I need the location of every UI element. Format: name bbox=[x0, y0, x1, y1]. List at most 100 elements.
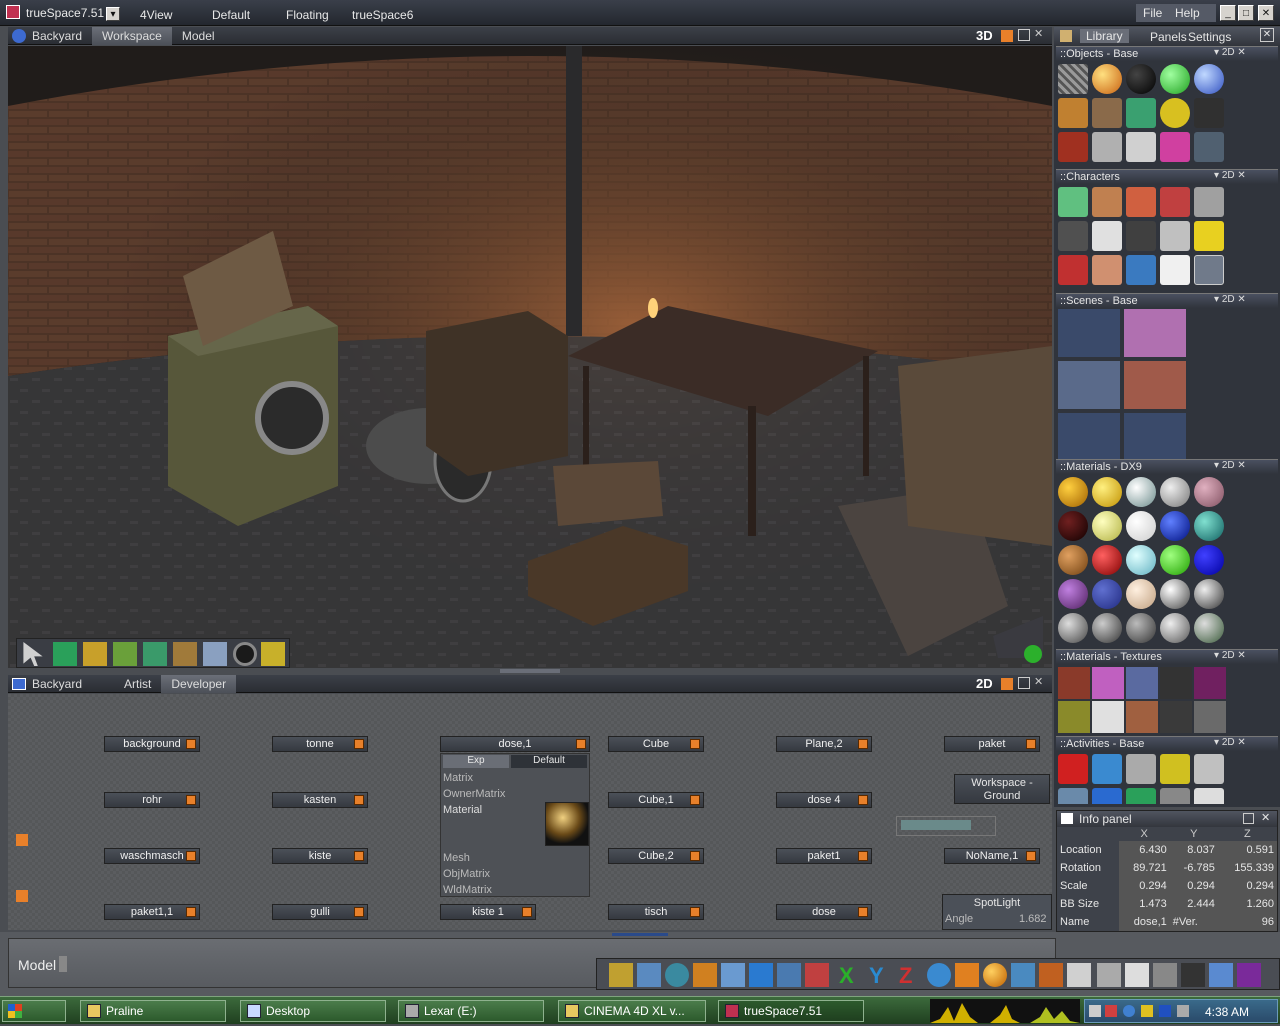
deep-blue-material-icon[interactable] bbox=[1194, 545, 1224, 575]
brick-texture-icon[interactable] bbox=[1058, 667, 1090, 699]
layers-tool-icon[interactable] bbox=[83, 642, 107, 666]
location-x[interactable]: 6.430 bbox=[1118, 841, 1170, 859]
light-tool-icon[interactable] bbox=[261, 642, 285, 666]
horse-character-icon[interactable] bbox=[1126, 221, 1156, 251]
weave-texture-icon[interactable] bbox=[1160, 701, 1192, 733]
tab-model[interactable]: Model bbox=[172, 27, 225, 45]
materials-controls[interactable]: ▾ 2D ✕ bbox=[1214, 460, 1276, 471]
node-background[interactable]: background bbox=[104, 736, 200, 752]
head-scene-icon[interactable] bbox=[1058, 309, 1120, 357]
box-tool-icon[interactable] bbox=[693, 963, 717, 987]
fish-object-icon[interactable] bbox=[1126, 98, 1156, 128]
scale-y[interactable]: 0.294 bbox=[1169, 877, 1218, 895]
wand-activity-icon[interactable] bbox=[1194, 754, 1224, 784]
node-spotlight[interactable]: SpotLight Angle 1.682 bbox=[942, 894, 1052, 930]
node-plane-2[interactable]: Plane,2 bbox=[776, 736, 872, 752]
cream-material-icon[interactable] bbox=[1092, 511, 1122, 541]
dog-character-icon[interactable] bbox=[1160, 221, 1190, 251]
material-preview[interactable] bbox=[545, 802, 589, 846]
cube-tool-icon[interactable] bbox=[53, 642, 77, 666]
scale-tool-icon[interactable] bbox=[955, 963, 979, 987]
port[interactable] bbox=[522, 907, 532, 917]
port[interactable] bbox=[354, 907, 364, 917]
minimize-button[interactable]: _ bbox=[1220, 5, 1236, 21]
palette-icon[interactable] bbox=[1067, 963, 1091, 987]
splitter-handle-2[interactable] bbox=[612, 933, 668, 936]
node-paket1[interactable]: paket1 bbox=[776, 848, 872, 864]
trooper-character-icon[interactable] bbox=[1160, 255, 1190, 285]
ring-object-icon[interactable] bbox=[1160, 98, 1190, 128]
banana-character-icon[interactable] bbox=[1194, 221, 1224, 251]
z-axis-icon[interactable]: Z bbox=[899, 963, 912, 989]
tab-settings[interactable]: Settings bbox=[1188, 30, 1231, 44]
port[interactable] bbox=[186, 795, 196, 805]
node-waschmasch[interactable]: waschmasch bbox=[104, 848, 200, 864]
portrait-scene-icon[interactable] bbox=[1058, 361, 1120, 409]
sphere-primitive-icon[interactable] bbox=[983, 963, 1007, 987]
file-menu[interactable]: File bbox=[1143, 6, 1162, 20]
metal2-material-icon[interactable] bbox=[1092, 613, 1122, 643]
bbsize-x[interactable]: 1.473 bbox=[1118, 895, 1170, 913]
node-tisch[interactable]: tisch bbox=[608, 904, 704, 920]
port-ownermatrix[interactable]: OwnerMatrix bbox=[443, 788, 505, 800]
book-tool-icon[interactable] bbox=[721, 963, 745, 987]
stub-port[interactable] bbox=[16, 890, 28, 902]
bbsize-z[interactable]: 1.260 bbox=[1217, 895, 1277, 913]
port[interactable] bbox=[690, 795, 700, 805]
maximize-nodes-icon[interactable] bbox=[1018, 677, 1030, 689]
node-rohr[interactable]: rohr bbox=[104, 792, 200, 808]
splitter-handle[interactable] bbox=[500, 669, 560, 673]
render-icon[interactable] bbox=[1039, 963, 1063, 987]
chevron-down-icon[interactable]: ▾ bbox=[106, 7, 120, 21]
cube-primitive-icon[interactable] bbox=[749, 963, 773, 987]
yellow-material-icon[interactable] bbox=[1092, 477, 1122, 507]
maximize-view-icon[interactable] bbox=[1018, 29, 1030, 41]
face-character-icon[interactable] bbox=[1194, 255, 1224, 285]
name-value[interactable]: dose,1 bbox=[1118, 913, 1170, 931]
network-activity-icon[interactable] bbox=[1092, 754, 1122, 784]
port[interactable] bbox=[1026, 739, 1036, 749]
port-material[interactable]: Material bbox=[443, 804, 482, 816]
port[interactable] bbox=[858, 851, 868, 861]
woman-character-icon[interactable] bbox=[1160, 187, 1190, 217]
black-sphere-icon[interactable] bbox=[1126, 64, 1156, 94]
armor-character-icon[interactable] bbox=[1058, 221, 1088, 251]
node-cube[interactable]: Cube bbox=[608, 736, 704, 752]
angle-value[interactable]: 1.682 bbox=[1019, 913, 1047, 925]
blue-texture-icon[interactable] bbox=[1126, 667, 1158, 699]
list-icon[interactable] bbox=[1153, 963, 1177, 987]
node-kiste-1[interactable]: kiste 1 bbox=[440, 904, 536, 920]
ver-value[interactable]: 96 bbox=[1217, 913, 1277, 931]
grid-object-icon[interactable] bbox=[1058, 64, 1088, 94]
steel-material-icon[interactable] bbox=[1160, 579, 1190, 609]
close-button[interactable]: ✕ bbox=[1258, 5, 1274, 21]
node-workspace-ground[interactable]: Workspace - Ground bbox=[954, 774, 1050, 804]
orient-icon[interactable] bbox=[1001, 30, 1013, 42]
node-paket1-1[interactable]: paket1,1 bbox=[104, 904, 200, 920]
node-kasten[interactable]: kasten bbox=[272, 792, 368, 808]
rake-tool-icon[interactable] bbox=[173, 642, 197, 666]
stub-port[interactable] bbox=[16, 834, 28, 846]
copper-material-icon[interactable] bbox=[1058, 545, 1088, 575]
people-icon[interactable] bbox=[1209, 963, 1233, 987]
figure-character-icon[interactable] bbox=[1126, 187, 1156, 217]
ice-material-icon[interactable] bbox=[1126, 545, 1156, 575]
swirl-texture-icon[interactable] bbox=[1058, 701, 1090, 733]
rotate-tool-icon[interactable] bbox=[665, 963, 689, 987]
task-lexar[interactable]: Lexar (E:) bbox=[398, 1000, 544, 1022]
plane-object-icon[interactable] bbox=[1126, 132, 1156, 162]
node-cube-1[interactable]: Cube,1 bbox=[608, 792, 704, 808]
robot-character-icon[interactable] bbox=[1194, 187, 1224, 217]
pearl-material-icon[interactable] bbox=[1126, 477, 1156, 507]
node-editor[interactable]: background rohr waschmasch paket1,1 tonn… bbox=[8, 694, 1052, 930]
rotation-x[interactable]: 89.721 bbox=[1118, 859, 1170, 877]
truespace-icon[interactable] bbox=[1237, 963, 1261, 987]
network-icon[interactable] bbox=[1123, 1005, 1135, 1017]
node-cube-2[interactable]: Cube,2 bbox=[608, 848, 704, 864]
head-character-icon[interactable] bbox=[1092, 255, 1122, 285]
close-view-icon[interactable]: ✕ bbox=[1034, 27, 1043, 40]
node-dose-1[interactable]: dose,1 bbox=[440, 736, 590, 752]
mode-badge-3d[interactable]: 3D bbox=[976, 28, 993, 43]
port[interactable] bbox=[354, 795, 364, 805]
green-sphere-icon[interactable] bbox=[1160, 64, 1190, 94]
